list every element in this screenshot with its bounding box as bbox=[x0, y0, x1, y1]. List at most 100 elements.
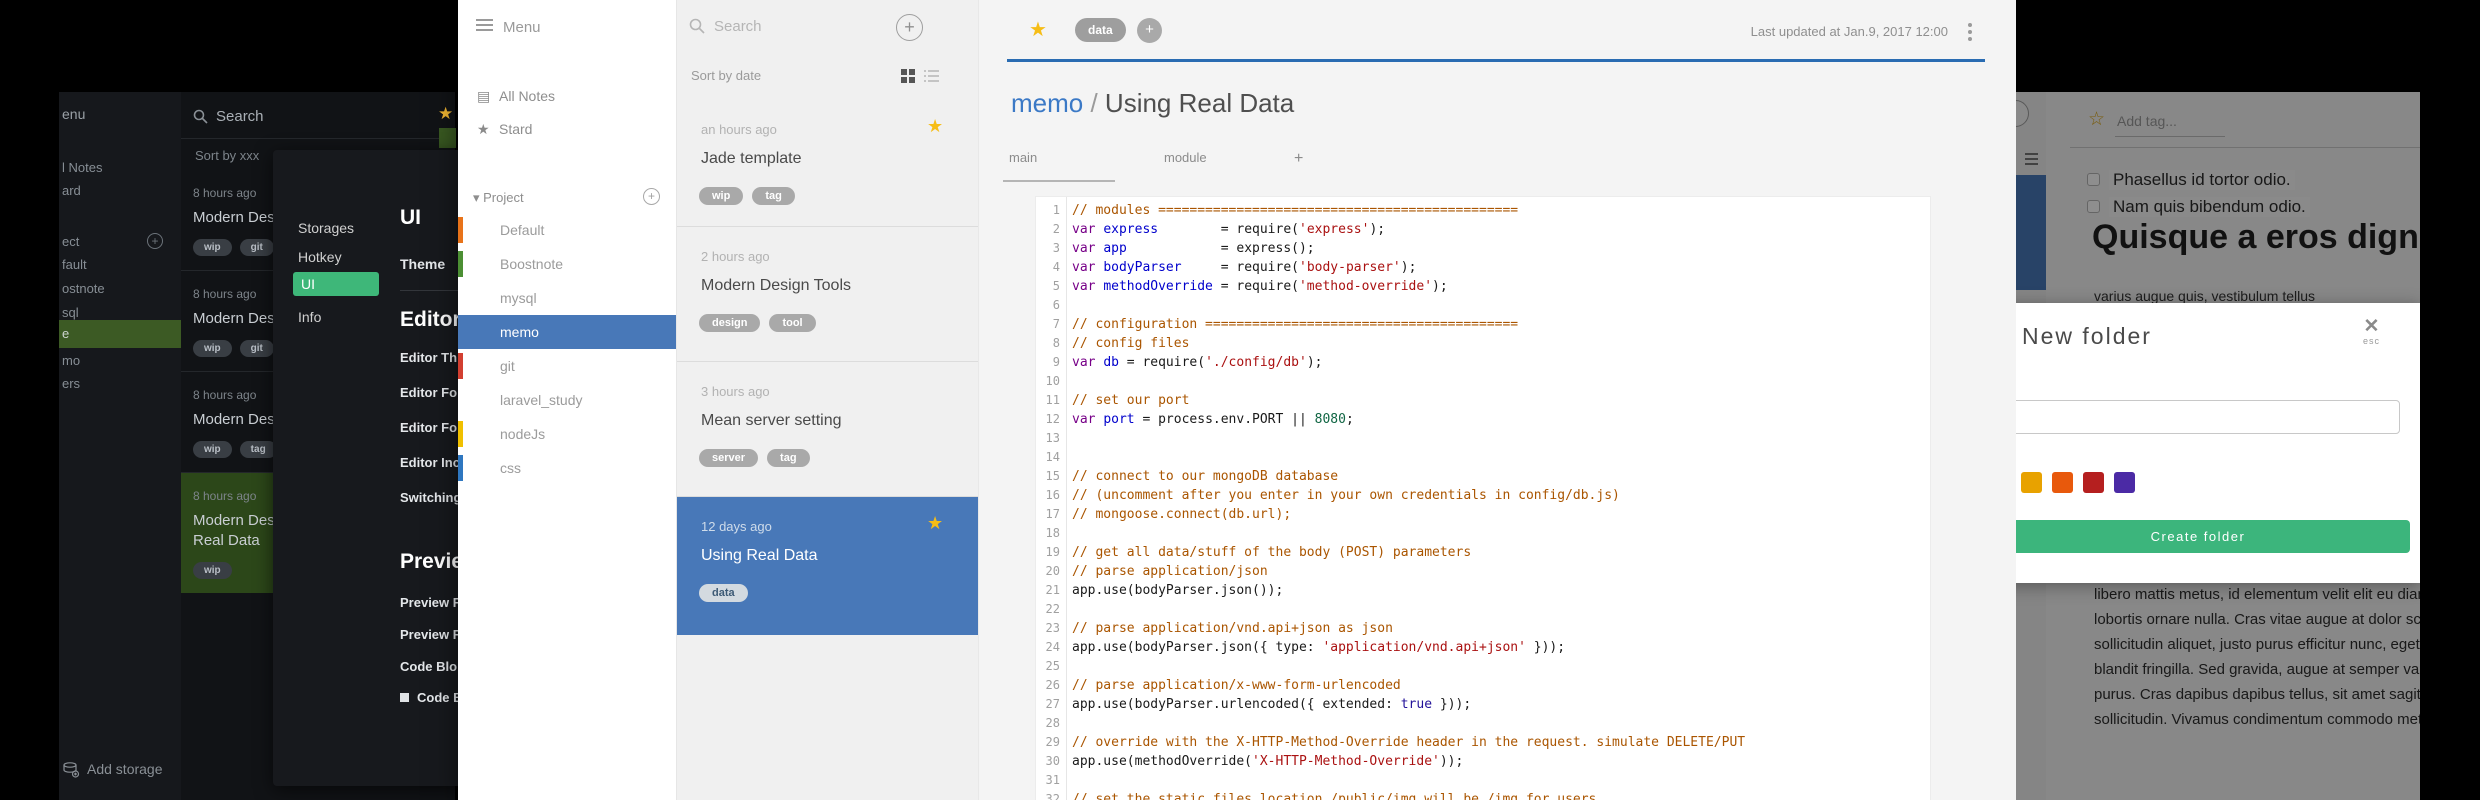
line-number: 1 bbox=[1052, 203, 1060, 217]
code-editor[interactable]: 1 2 3 4 5 6 7 8 9 10 11 12 13 14 15 16 17 18 19 20 21 22 23 24 2… bbox=[1035, 196, 1931, 800]
line-number: 9 bbox=[1052, 355, 1060, 369]
code-block-checkbox[interactable]: Code B bbox=[400, 690, 463, 705]
dark-menu-label[interactable]: enu bbox=[62, 106, 85, 122]
dark-search-input[interactable]: Search bbox=[193, 108, 264, 125]
folder-label: Boostnote bbox=[500, 256, 564, 272]
add-folder-button[interactable]: + bbox=[147, 233, 163, 249]
sort-label[interactable]: Sort by date bbox=[691, 68, 761, 83]
color-swatch[interactable] bbox=[2021, 472, 2042, 493]
tab-main[interactable]: main bbox=[1009, 150, 1037, 165]
close-button[interactable]: ✕ esc bbox=[2363, 317, 2380, 346]
tag-pill[interactable]: git bbox=[239, 239, 274, 256]
chevron-down-icon: ▾ bbox=[473, 190, 484, 205]
sidebar-folder-css[interactable]: css bbox=[458, 451, 676, 485]
sidebar-folder-git[interactable]: git bbox=[458, 349, 676, 383]
screen: enu l Notes ard ect + fault ostnote sql e mo ers … bbox=[0, 0, 2480, 800]
code-token: 'X-HTTP-Method-Override' bbox=[1252, 754, 1440, 769]
code-token: ); bbox=[1306, 355, 1323, 370]
menu-button[interactable]: Menu bbox=[476, 16, 541, 36]
note-timestamp: 3 hours ago bbox=[701, 384, 770, 399]
note-item[interactable]: 2 hours ago Modern Design Tools design tool bbox=[677, 227, 978, 362]
note-item[interactable]: 3 hours ago Mean server setting server tag bbox=[677, 362, 978, 497]
dark-sidebar-item[interactable]: mo bbox=[59, 349, 181, 372]
search-placeholder: Search bbox=[714, 18, 762, 35]
sidebar-item-starred[interactable]: ★ Stard bbox=[477, 121, 532, 138]
add-storage-label: Add storage bbox=[87, 761, 163, 777]
note-tag-pill[interactable]: data bbox=[1075, 18, 1126, 42]
note-item[interactable]: an hours ago ★ Jade template wip tag bbox=[677, 100, 978, 227]
code-token: ); bbox=[1369, 222, 1386, 237]
line-number: 26 bbox=[1045, 678, 1060, 692]
tag-pill[interactable]: wip bbox=[193, 441, 232, 458]
folder-label: git bbox=[500, 358, 515, 374]
add-folder-button[interactable]: + bbox=[643, 188, 660, 205]
code-token: = require( bbox=[1118, 355, 1206, 370]
dark-sidebar-item[interactable]: ard bbox=[59, 179, 181, 202]
settings-option: Preview F bbox=[400, 595, 461, 610]
sidebar-item-all-notes[interactable]: ▤ All Notes bbox=[477, 88, 555, 105]
tag-pill[interactable]: data bbox=[699, 584, 748, 602]
kebab-menu-icon[interactable] bbox=[1968, 20, 1972, 44]
settings-tab-ui[interactable]: UI bbox=[293, 272, 379, 296]
tag-pill[interactable]: tag bbox=[239, 441, 277, 458]
sidebar-folder-Default[interactable]: Default bbox=[458, 213, 676, 247]
color-swatch[interactable] bbox=[2052, 472, 2073, 493]
new-note-button[interactable]: + bbox=[896, 14, 923, 41]
create-folder-button[interactable]: Create folder bbox=[2016, 520, 2410, 553]
add-storage-button[interactable]: Add storage bbox=[62, 761, 163, 778]
item-label: fault bbox=[62, 257, 87, 272]
sidebar-folder-laravel_study[interactable]: laravel_study bbox=[458, 383, 676, 417]
settings-option: Preview F bbox=[400, 627, 461, 642]
new-folder-modal: New folder ✕ esc Create folder bbox=[2016, 303, 2420, 583]
code-token: // set our port bbox=[1072, 393, 1190, 408]
color-swatch[interactable] bbox=[2114, 472, 2135, 493]
dark-sidebar-item[interactable]: e bbox=[59, 320, 181, 348]
sidebar: Menu ▤ All Notes ★ Stard ▾ Project + Defau… bbox=[458, 0, 676, 800]
dark-sidebar-item[interactable]: ect + bbox=[59, 230, 181, 253]
sidebar-folder-mysql[interactable]: mysql bbox=[458, 281, 676, 315]
tag-pill[interactable]: tag bbox=[752, 187, 795, 205]
search-input[interactable]: Search bbox=[689, 18, 762, 35]
add-tab-button[interactable]: + bbox=[1294, 150, 1303, 168]
note-item[interactable]: 12 days ago ★ Using Real Data data bbox=[677, 497, 978, 635]
dark-sidebar-item[interactable]: fault bbox=[59, 253, 181, 276]
dark-sidebar-item[interactable]: ostnote bbox=[59, 277, 181, 300]
code-token: // set the static files location /public… bbox=[1072, 792, 1597, 800]
code-token: bodyParser bbox=[1103, 260, 1182, 275]
note-title: Using Real Data bbox=[1104, 88, 1295, 118]
tag-pill[interactable]: server bbox=[699, 449, 759, 467]
tag-pill[interactable]: wip bbox=[193, 340, 232, 357]
folder-name-input[interactable] bbox=[2016, 400, 2400, 434]
line-number: 12 bbox=[1045, 412, 1060, 426]
sidebar-folder-nodeJs[interactable]: nodeJs bbox=[458, 417, 676, 451]
dark-sidebar-item[interactable]: l Notes bbox=[59, 156, 181, 179]
code-token: app.use(bodyParser.urlencoded({ extended… bbox=[1072, 697, 1401, 712]
code-token: true bbox=[1400, 697, 1433, 712]
search-placeholder: Search bbox=[216, 108, 264, 125]
add-tag-button[interactable]: + bbox=[1137, 18, 1162, 43]
grid-view-icon[interactable] bbox=[901, 69, 915, 88]
sidebar-folder-memo[interactable]: memo bbox=[458, 315, 676, 349]
color-swatch[interactable] bbox=[2083, 472, 2104, 493]
dark-sidebar: enu l Notes ard ect + fault ostnote sql e mo ers … bbox=[59, 92, 181, 800]
tag-pill[interactable]: tag bbox=[767, 449, 810, 467]
tag-pill[interactable]: design bbox=[699, 314, 761, 332]
code-token: 'method-override' bbox=[1298, 279, 1433, 294]
tag-pill[interactable]: wip bbox=[193, 239, 232, 256]
tab-module[interactable]: module bbox=[1164, 150, 1207, 165]
tag-pill[interactable]: wip bbox=[193, 562, 232, 579]
star-icon[interactable]: ★ bbox=[1029, 17, 1047, 42]
code-line: var bodyParser = require('body-parser'); bbox=[1072, 258, 1930, 277]
project-header[interactable]: ▾ Project bbox=[473, 190, 524, 206]
tag-pill[interactable]: wip bbox=[699, 187, 744, 205]
dark-sort-label[interactable]: Sort by xxx bbox=[195, 148, 259, 163]
code-token: // connect to our mongoDB database bbox=[1072, 469, 1339, 484]
line-number: 25 bbox=[1045, 659, 1060, 673]
breadcrumb-folder[interactable]: memo bbox=[1011, 88, 1083, 118]
dark-sidebar-item[interactable]: ers bbox=[59, 372, 181, 395]
tag-pill[interactable]: tool bbox=[769, 314, 816, 332]
list-view-icon[interactable] bbox=[924, 69, 939, 88]
line-number: 22 bbox=[1045, 602, 1060, 616]
tag-pill[interactable]: git bbox=[239, 340, 274, 357]
sidebar-folder-Boostnote[interactable]: Boostnote bbox=[458, 247, 676, 281]
